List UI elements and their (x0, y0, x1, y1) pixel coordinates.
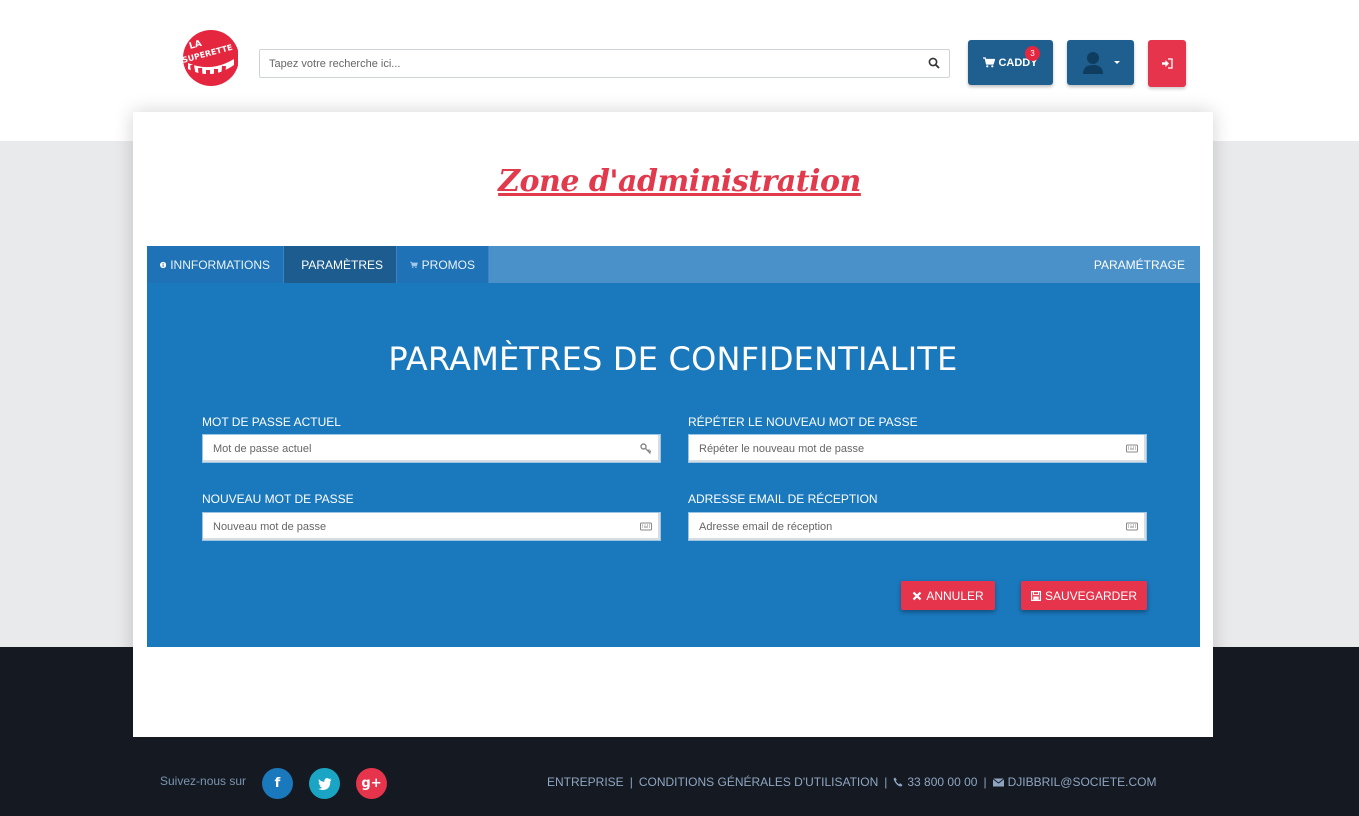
logout-button[interactable] (1148, 40, 1186, 87)
new-password-label: NOUVEAU MOT DE PASSE (202, 492, 354, 506)
tab-bar: INNFORMATIONS PARAMÈTRES PROMOS PARAMÉTR… (147, 246, 1200, 284)
current-password-field (202, 434, 661, 463)
email-field (688, 512, 1147, 541)
info-icon (160, 261, 167, 269)
tab-label: PROMOS (421, 258, 475, 272)
chevron-down-icon (1114, 61, 1120, 64)
email-label: ADRESSE EMAIL DE RÉCEPTION (688, 492, 878, 506)
keyboard-icon (640, 522, 652, 531)
phone-icon (893, 777, 903, 787)
phone-number: 33 800 00 00 (907, 775, 978, 789)
current-password-input[interactable] (203, 435, 623, 462)
site-logo[interactable]: LA SUPERETTE (180, 29, 239, 87)
cart-count-badge: 3 (1025, 46, 1040, 61)
cart-icon (983, 57, 996, 68)
tab-parametres[interactable]: PARAMÈTRES (284, 246, 397, 284)
key-icon (640, 443, 652, 454)
cancel-button[interactable]: ANNULER (901, 581, 995, 610)
tab-label: INNFORMATIONS (170, 258, 270, 272)
google-plus-glyph: g+ (361, 776, 382, 791)
page-title: Zone d'administration (498, 164, 861, 199)
close-icon (913, 591, 922, 600)
sign-in-icon (1162, 58, 1173, 69)
search-icon[interactable] (928, 57, 940, 69)
repeat-password-input[interactable] (689, 435, 1109, 462)
terms-link[interactable]: CONDITIONS GÉNÉRALES D'UTILISATION (639, 775, 878, 789)
follow-us-label: Suivez-nous sur (160, 774, 247, 788)
google-plus-icon[interactable]: g+ (356, 768, 387, 799)
current-password-label: MOT DE PASSE ACTUEL (202, 415, 341, 429)
tab-promos[interactable]: PROMOS (397, 246, 489, 284)
company-link[interactable]: ENTREPRISE (547, 775, 624, 789)
separator: | (629, 775, 633, 789)
twitter-icon[interactable] (309, 768, 340, 799)
tab-label: PARAMÈTRES (301, 258, 383, 272)
new-password-field (202, 512, 661, 541)
keyboard-icon (1126, 444, 1138, 453)
separator: | (983, 775, 987, 789)
repeat-password-field (688, 434, 1147, 463)
caddy-button[interactable]: CADDY 3 (968, 40, 1053, 85)
settings-section-label: PARAMÉTRAGE (1093, 258, 1185, 272)
facebook-icon[interactable]: f (262, 768, 293, 799)
user-avatar-icon (1083, 52, 1120, 74)
repeat-password-label: RÉPÉTER LE NOUVEAU MOT DE PASSE (688, 415, 918, 429)
keyboard-icon (1126, 522, 1138, 531)
new-password-input[interactable] (203, 513, 623, 540)
footer-links: ENTREPRISE | CONDITIONS GÉNÉRALES D'UTIL… (547, 775, 1156, 789)
floppy-disk-icon (1030, 590, 1041, 601)
save-button[interactable]: SAUVEGARDER (1021, 581, 1147, 610)
logo-graphic: LA SUPERETTE (181, 30, 239, 86)
separator: | (884, 775, 888, 789)
user-menu-button[interactable] (1067, 40, 1134, 85)
twitter-bird-glyph (317, 777, 331, 790)
envelope-icon (992, 777, 1004, 786)
email-input[interactable] (689, 513, 1109, 540)
search-bar (259, 49, 950, 78)
card-bottom (133, 647, 1213, 737)
facebook-glyph: f (274, 776, 281, 791)
email-link[interactable]: DJIBBRIL@SOCIETE.COM (1008, 775, 1157, 789)
form-title: PARAMÈTRES DE CONFIDENTIALITE (388, 340, 958, 378)
save-label: SAUVEGARDER (1044, 588, 1138, 603)
search-input[interactable] (260, 50, 920, 77)
cancel-label: ANNULER (926, 588, 984, 603)
cart-icon (410, 261, 418, 269)
tab-informations[interactable]: INNFORMATIONS (147, 246, 284, 284)
